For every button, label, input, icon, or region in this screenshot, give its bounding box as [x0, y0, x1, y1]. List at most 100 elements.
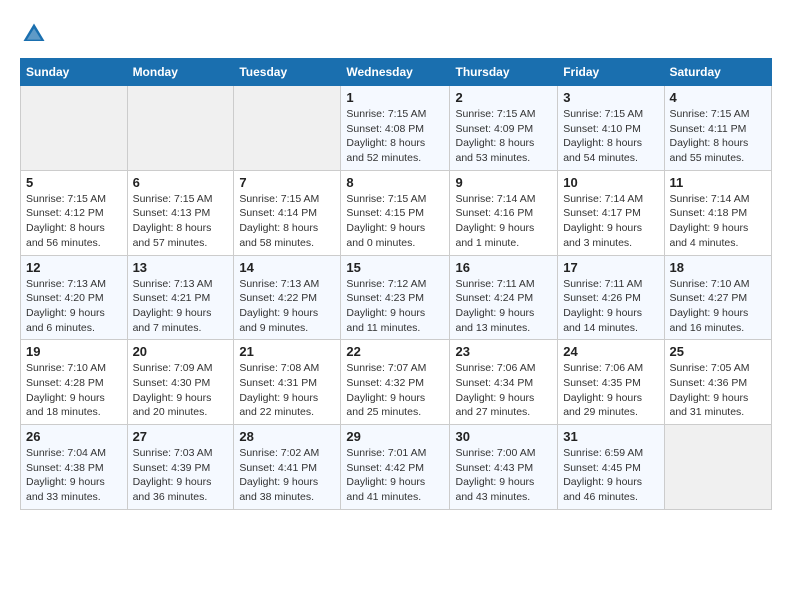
day-info: Sunrise: 7:11 AM Sunset: 4:26 PM Dayligh…: [563, 277, 658, 336]
calendar-cell: 11 Sunrise: 7:14 AM Sunset: 4:18 PM Dayli…: [664, 170, 772, 255]
day-info: Sunrise: 7:13 AM Sunset: 4:20 PM Dayligh…: [26, 277, 122, 336]
calendar-cell: [21, 86, 128, 171]
calendar-cell: 19Sunrise: 7:10 AM Sunset: 4:28 PM Dayli…: [21, 340, 128, 425]
weekday-header: Thursday: [450, 59, 558, 86]
day-info: Sunrise: 7:10 AM Sunset: 4:27 PM Dayligh…: [670, 277, 767, 336]
day-number: 23: [455, 344, 552, 359]
calendar-cell: 27 Sunrise: 7:03 AM Sunset: 4:39 PM Dayli…: [127, 425, 234, 510]
day-number: 28: [239, 429, 335, 444]
day-info: Sunrise: 7:00 AM Sunset: 4:43 PM Dayligh…: [455, 446, 552, 505]
day-number: 27: [133, 429, 229, 444]
weekday-header: Tuesday: [234, 59, 341, 86]
weekday-header: Wednesday: [341, 59, 450, 86]
day-info: Sunrise: 7:12 AM Sunset: 4:23 PM Dayligh…: [346, 277, 444, 336]
day-number: 22: [346, 344, 444, 359]
page-header: [20, 20, 772, 48]
calendar-cell: 26 Sunrise: 7:04 AM Sunset: 4:38 PM Dayli…: [21, 425, 128, 510]
day-info: Sunrise: 7:07 AM Sunset: 4:32 PM Dayligh…: [346, 361, 444, 420]
calendar-cell: 25Sunrise: 7:05 AM Sunset: 4:36 PM Dayli…: [664, 340, 772, 425]
calendar-cell: 20 Sunrise: 7:09 AM Sunset: 4:30 PM Dayli…: [127, 340, 234, 425]
calendar-cell: 21 Sunrise: 7:08 AM Sunset: 4:31 PM Dayli…: [234, 340, 341, 425]
weekday-header: Sunday: [21, 59, 128, 86]
day-number: 16: [455, 260, 552, 275]
day-info: Sunrise: 7:08 AM Sunset: 4:31 PM Dayligh…: [239, 361, 335, 420]
logo-icon: [20, 20, 48, 48]
day-number: 10: [563, 175, 658, 190]
day-info: Sunrise: 7:05 AM Sunset: 4:36 PM Dayligh…: [670, 361, 767, 420]
calendar-cell: 22 Sunrise: 7:07 AM Sunset: 4:32 PM Dayli…: [341, 340, 450, 425]
calendar-cell: 15 Sunrise: 7:12 AM Sunset: 4:23 PM Dayli…: [341, 255, 450, 340]
calendar-cell: 14 Sunrise: 7:13 AM Sunset: 4:22 PM Dayli…: [234, 255, 341, 340]
day-info: Sunrise: 7:15 AM Sunset: 4:11 PM Dayligh…: [670, 107, 767, 166]
day-number: 15: [346, 260, 444, 275]
calendar-cell: 30 Sunrise: 7:00 AM Sunset: 4:43 PM Dayli…: [450, 425, 558, 510]
calendar-table: SundayMondayTuesdayWednesdayThursdayFrid…: [20, 58, 772, 510]
day-number: 7: [239, 175, 335, 190]
calendar-cell: 5 Sunrise: 7:15 AM Sunset: 4:12 PM Daylig…: [21, 170, 128, 255]
weekday-header: Saturday: [664, 59, 772, 86]
day-info: Sunrise: 7:15 AM Sunset: 4:10 PM Dayligh…: [563, 107, 658, 166]
day-info: Sunrise: 7:03 AM Sunset: 4:39 PM Dayligh…: [133, 446, 229, 505]
day-number: 6: [133, 175, 229, 190]
day-info: Sunrise: 7:11 AM Sunset: 4:24 PM Dayligh…: [455, 277, 552, 336]
day-number: 31: [563, 429, 658, 444]
calendar-cell: 10 Sunrise: 7:14 AM Sunset: 4:17 PM Dayli…: [558, 170, 664, 255]
day-number: 5: [26, 175, 122, 190]
day-info: Sunrise: 7:14 AM Sunset: 4:16 PM Dayligh…: [455, 192, 552, 251]
calendar-cell: 24Sunrise: 7:06 AM Sunset: 4:35 PM Dayli…: [558, 340, 664, 425]
day-number: 26: [26, 429, 122, 444]
day-number: 2: [455, 90, 552, 105]
day-number: 19: [26, 344, 122, 359]
calendar-cell: [127, 86, 234, 171]
day-info: Sunrise: 7:01 AM Sunset: 4:42 PM Dayligh…: [346, 446, 444, 505]
day-info: Sunrise: 7:15 AM Sunset: 4:09 PM Dayligh…: [455, 107, 552, 166]
calendar-cell: 8 Sunrise: 7:15 AM Sunset: 4:15 PM Daylig…: [341, 170, 450, 255]
day-info: Sunrise: 7:06 AM Sunset: 4:34 PM Dayligh…: [455, 361, 552, 420]
day-info: Sunrise: 7:14 AM Sunset: 4:17 PM Dayligh…: [563, 192, 658, 251]
calendar-cell: 4 Sunrise: 7:15 AM Sunset: 4:11 PM Daylig…: [664, 86, 772, 171]
calendar-week-row: 19Sunrise: 7:10 AM Sunset: 4:28 PM Dayli…: [21, 340, 772, 425]
calendar-cell: 29 Sunrise: 7:01 AM Sunset: 4:42 PM Dayli…: [341, 425, 450, 510]
day-info: Sunrise: 7:15 AM Sunset: 4:13 PM Dayligh…: [133, 192, 229, 251]
day-number: 13: [133, 260, 229, 275]
calendar-cell: 17 Sunrise: 7:11 AM Sunset: 4:26 PM Dayli…: [558, 255, 664, 340]
calendar-cell: [234, 86, 341, 171]
calendar-cell: 28 Sunrise: 7:02 AM Sunset: 4:41 PM Dayli…: [234, 425, 341, 510]
calendar-cell: 3 Sunrise: 7:15 AM Sunset: 4:10 PM Daylig…: [558, 86, 664, 171]
day-info: Sunrise: 6:59 AM Sunset: 4:45 PM Dayligh…: [563, 446, 658, 505]
day-info: Sunrise: 7:15 AM Sunset: 4:12 PM Dayligh…: [26, 192, 122, 251]
day-number: 12: [26, 260, 122, 275]
calendar-cell: 23 Sunrise: 7:06 AM Sunset: 4:34 PM Dayli…: [450, 340, 558, 425]
calendar-cell: 7 Sunrise: 7:15 AM Sunset: 4:14 PM Daylig…: [234, 170, 341, 255]
day-info: Sunrise: 7:09 AM Sunset: 4:30 PM Dayligh…: [133, 361, 229, 420]
day-number: 30: [455, 429, 552, 444]
day-info: Sunrise: 7:15 AM Sunset: 4:08 PM Dayligh…: [346, 107, 444, 166]
day-number: 8: [346, 175, 444, 190]
day-number: 29: [346, 429, 444, 444]
day-info: Sunrise: 7:15 AM Sunset: 4:15 PM Dayligh…: [346, 192, 444, 251]
calendar-cell: 13 Sunrise: 7:13 AM Sunset: 4:21 PM Dayli…: [127, 255, 234, 340]
day-number: 1: [346, 90, 444, 105]
day-info: Sunrise: 7:13 AM Sunset: 4:21 PM Dayligh…: [133, 277, 229, 336]
day-info: Sunrise: 7:02 AM Sunset: 4:41 PM Dayligh…: [239, 446, 335, 505]
calendar-cell: 2 Sunrise: 7:15 AM Sunset: 4:09 PM Daylig…: [450, 86, 558, 171]
day-number: 21: [239, 344, 335, 359]
day-info: Sunrise: 7:13 AM Sunset: 4:22 PM Dayligh…: [239, 277, 335, 336]
day-number: 3: [563, 90, 658, 105]
logo: [20, 20, 52, 48]
day-number: 11: [670, 175, 767, 190]
day-number: 20: [133, 344, 229, 359]
calendar-week-row: 5 Sunrise: 7:15 AM Sunset: 4:12 PM Daylig…: [21, 170, 772, 255]
weekday-header: Friday: [558, 59, 664, 86]
weekday-header: Monday: [127, 59, 234, 86]
calendar-cell: 12 Sunrise: 7:13 AM Sunset: 4:20 PM Dayli…: [21, 255, 128, 340]
calendar-cell: 18 Sunrise: 7:10 AM Sunset: 4:27 PM Dayli…: [664, 255, 772, 340]
day-info: Sunrise: 7:04 AM Sunset: 4:38 PM Dayligh…: [26, 446, 122, 505]
day-number: 14: [239, 260, 335, 275]
day-info: Sunrise: 7:15 AM Sunset: 4:14 PM Dayligh…: [239, 192, 335, 251]
day-number: 17: [563, 260, 658, 275]
day-number: 18: [670, 260, 767, 275]
day-info: Sunrise: 7:14 AM Sunset: 4:18 PM Dayligh…: [670, 192, 767, 251]
day-number: 4: [670, 90, 767, 105]
calendar-week-row: 12 Sunrise: 7:13 AM Sunset: 4:20 PM Dayli…: [21, 255, 772, 340]
